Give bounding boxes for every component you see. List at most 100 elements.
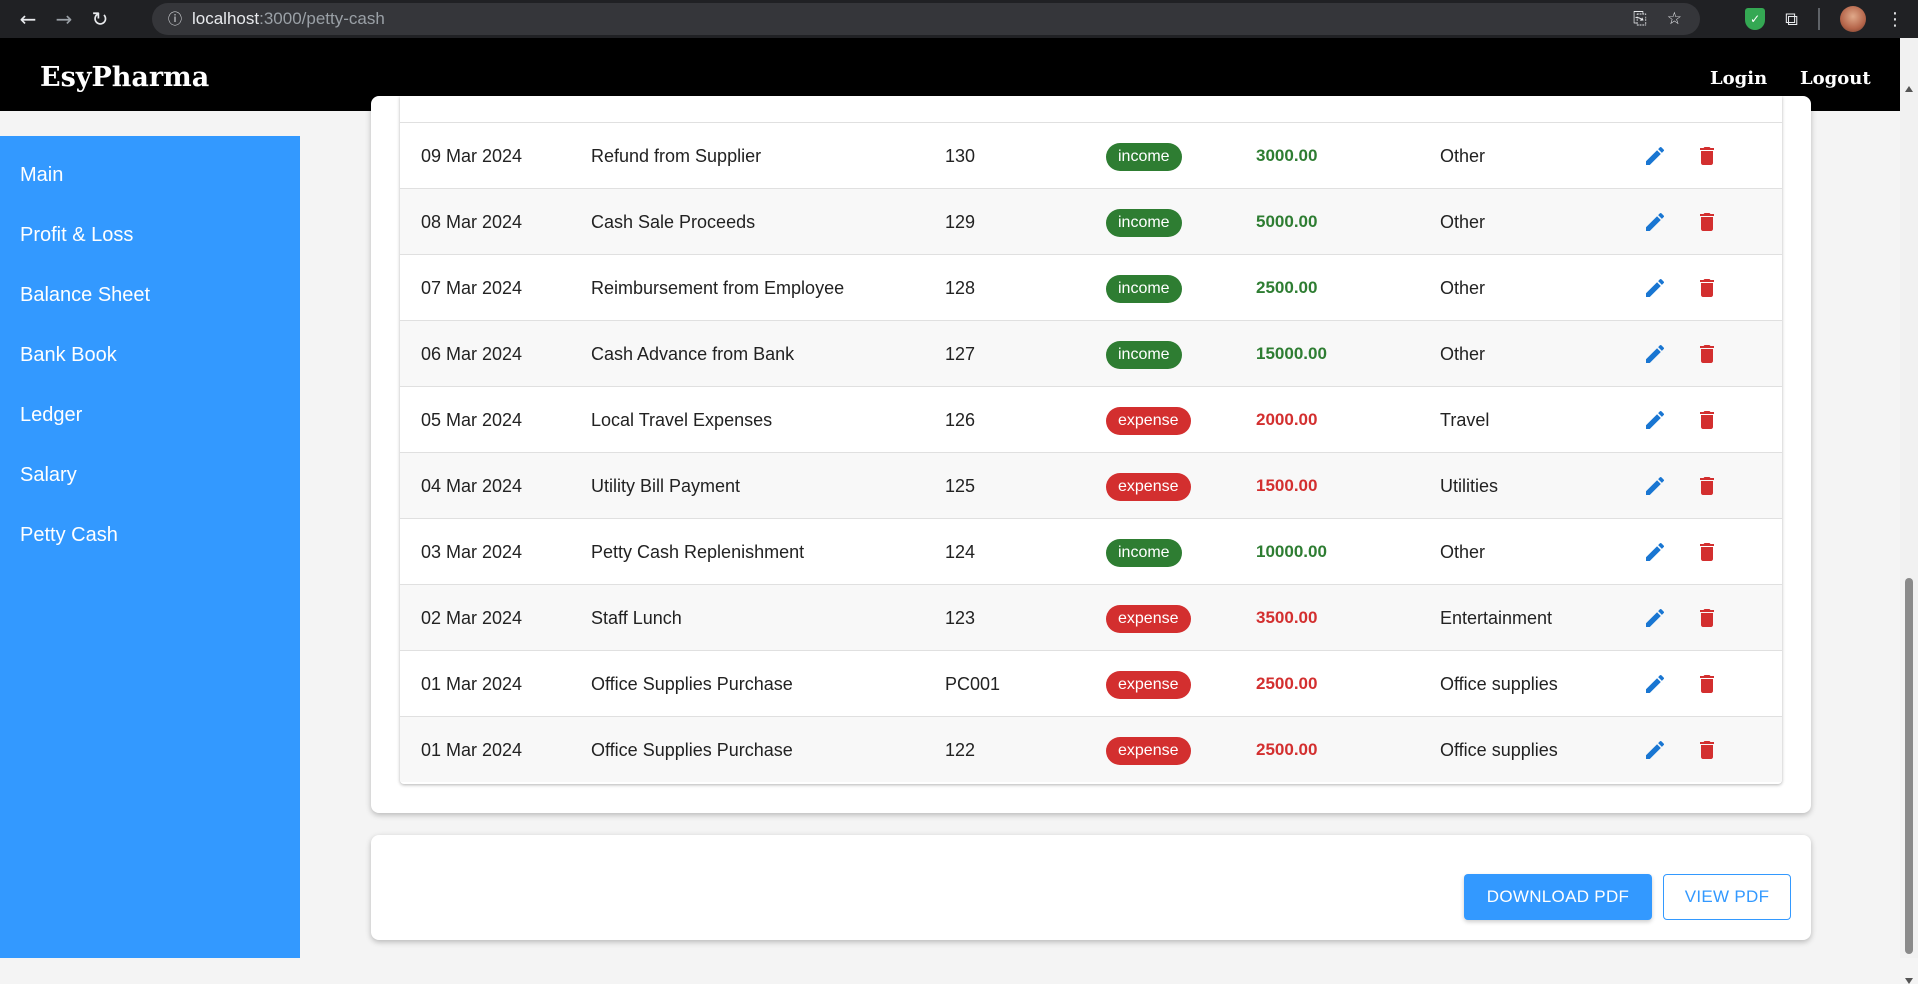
sidebar: Main Profit & Loss Balance Sheet Bank Bo… (0, 136, 300, 958)
description-cell: Utility Bill Payment (591, 476, 741, 496)
type-badge: income (1106, 341, 1182, 369)
type-badge: expense (1106, 671, 1191, 699)
sidebar-item-petty-cash[interactable]: Petty Cash (20, 524, 118, 547)
category-cell: Entertainment (1440, 608, 1553, 628)
reference-cell: 126 (945, 410, 976, 430)
extension-shield-icon[interactable]: ✓ (1745, 8, 1766, 30)
amount-cell: 2500.00 (1256, 740, 1318, 759)
date-cell: 03 Mar 2024 (421, 542, 523, 562)
type-badge: income (1106, 143, 1182, 171)
description-cell: Cash Advance from Bank (591, 344, 795, 364)
category-cell: Other (1440, 146, 1486, 166)
brand-logo[interactable]: EsyPharma (40, 62, 209, 93)
sidebar-item-balance-sheet[interactable]: Balance Sheet (20, 284, 150, 307)
type-badge: income (1106, 209, 1182, 237)
view-pdf-button[interactable]: VIEW PDF (1663, 874, 1791, 920)
date-cell: 02 Mar 2024 (421, 608, 523, 628)
edit-pencil-icon[interactable] (1643, 210, 1667, 234)
forward-arrow-icon[interactable]: → (46, 0, 82, 38)
category-cell: Other (1440, 278, 1486, 298)
edit-pencil-icon[interactable] (1643, 342, 1667, 366)
category-cell: Other (1440, 212, 1486, 232)
reference-cell: PC001 (945, 674, 1001, 694)
description-cell: Local Travel Expenses (591, 410, 773, 430)
url-path: :3000/petty-cash (259, 9, 385, 28)
login-button[interactable]: Login (1710, 68, 1767, 89)
site-info-icon[interactable]: ⓘ (158, 9, 192, 29)
delete-trash-icon[interactable] (1695, 210, 1719, 234)
type-badge: income (1106, 275, 1182, 303)
edit-pencil-icon[interactable] (1643, 408, 1667, 432)
reload-icon[interactable]: ↻ (82, 0, 118, 38)
amount-cell: 2000.00 (1256, 410, 1318, 429)
delete-trash-icon[interactable] (1695, 672, 1719, 696)
amount-cell: 1500.00 (1256, 476, 1318, 495)
scroll-up-arrow-icon[interactable] (1905, 86, 1913, 92)
delete-trash-icon[interactable] (1695, 408, 1719, 432)
download-pdf-button[interactable]: DOWNLOAD PDF (1464, 874, 1652, 920)
date-cell: 04 Mar 2024 (421, 476, 523, 496)
amount-cell: 3500.00 (1256, 608, 1318, 627)
table-row: 01 Mar 2024 Office Supplies Purchase PC0… (400, 650, 1782, 716)
back-arrow-icon[interactable]: ← (10, 0, 46, 38)
table-row: 01 Mar 2024 Office Supplies Purchase 122… (400, 716, 1782, 782)
logout-button[interactable]: Logout (1800, 68, 1871, 89)
type-badge: expense (1106, 605, 1191, 633)
delete-trash-icon[interactable] (1695, 606, 1719, 630)
date-cell: 07 Mar 2024 (421, 278, 523, 298)
amount-cell: 3000.00 (1256, 146, 1318, 165)
scroll-down-arrow-icon[interactable] (1905, 978, 1913, 984)
delete-trash-icon[interactable] (1695, 144, 1719, 168)
edit-pencil-icon[interactable] (1643, 276, 1667, 300)
edit-pencil-icon[interactable] (1643, 144, 1667, 168)
table-row: 03 Mar 2024 Petty Cash Replenishment 124… (400, 518, 1782, 584)
edit-pencil-icon[interactable] (1643, 474, 1667, 498)
bookmark-star-icon[interactable]: ☆ (1667, 9, 1682, 29)
edit-pencil-icon[interactable] (1643, 540, 1667, 564)
install-app-icon[interactable]: ⎘ (1633, 9, 1647, 29)
page-scrollbar[interactable] (1900, 38, 1918, 984)
profile-avatar[interactable] (1840, 6, 1866, 32)
description-cell: Refund from Supplier (591, 146, 762, 166)
edit-pencil-icon[interactable] (1643, 672, 1667, 696)
description-cell: Petty Cash Replenishment (591, 542, 805, 562)
delete-trash-icon[interactable] (1695, 540, 1719, 564)
type-badge: expense (1106, 737, 1191, 765)
table-row: 05 Mar 2024 Local Travel Expenses 126 ex… (400, 386, 1782, 452)
table-row: 08 Mar 2024 Cash Sale Proceeds 129 incom… (400, 188, 1782, 254)
edit-pencil-icon[interactable] (1643, 606, 1667, 630)
reference-cell: 130 (945, 146, 976, 166)
delete-trash-icon[interactable] (1695, 276, 1719, 300)
amount-cell: 10000.00 (1256, 542, 1327, 561)
table-row: 04 Mar 2024 Utility Bill Payment 125 exp… (400, 452, 1782, 518)
edit-pencil-icon[interactable] (1643, 738, 1667, 762)
type-badge: expense (1106, 407, 1191, 435)
sidebar-item-bank-book[interactable]: Bank Book (20, 344, 117, 367)
scrollbar-thumb[interactable] (1905, 578, 1913, 954)
sidebar-item-ledger[interactable]: Ledger (20, 404, 82, 427)
sidebar-item-salary[interactable]: Salary (20, 464, 77, 487)
reference-cell: 122 (945, 740, 976, 760)
delete-trash-icon[interactable] (1695, 342, 1719, 366)
extensions-puzzle-icon[interactable]: ⧉ (1785, 9, 1798, 30)
sidebar-item-profit-loss[interactable]: Profit & Loss (20, 224, 133, 247)
table-row: 09 Mar 2024 Refund from Supplier 130 inc… (400, 122, 1782, 188)
table-row: 07 Mar 2024 Reimbursement from Employee … (400, 254, 1782, 320)
description-cell: Office Supplies Purchase (591, 674, 793, 694)
category-cell: Office supplies (1440, 740, 1558, 760)
description-cell: Staff Lunch (591, 608, 682, 628)
delete-trash-icon[interactable] (1695, 474, 1719, 498)
date-cell: 05 Mar 2024 (421, 410, 523, 430)
reference-cell: 127 (945, 344, 976, 364)
url-host: localhost (192, 9, 260, 28)
category-cell: Travel (1440, 410, 1490, 430)
date-cell: 01 Mar 2024 (421, 674, 523, 694)
sidebar-item-main[interactable]: Main (20, 164, 63, 187)
description-cell: Cash Sale Proceeds (591, 212, 756, 232)
delete-trash-icon[interactable] (1695, 738, 1719, 762)
transactions-table: 09 Mar 2024 Refund from Supplier 130 inc… (400, 96, 1782, 784)
address-bar[interactable]: ⓘ localhost:3000/petty-cash ⎘ ☆ (152, 3, 1700, 35)
amount-cell: 2500.00 (1256, 278, 1318, 297)
amount-cell: 5000.00 (1256, 212, 1318, 231)
menu-kebab-icon[interactable]: ⋮ (1886, 9, 1904, 30)
